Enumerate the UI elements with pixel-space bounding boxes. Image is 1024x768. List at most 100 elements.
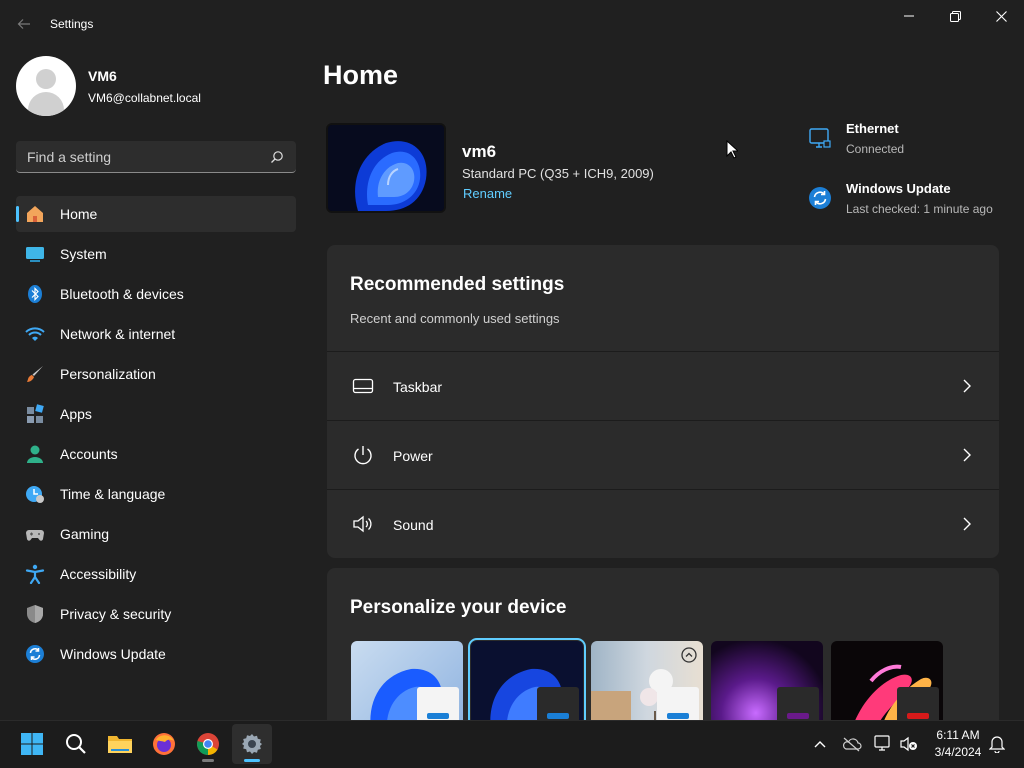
accessibility-icon <box>25 564 45 584</box>
search-input[interactable]: Find a setting <box>27 149 111 165</box>
sidebar-item-home[interactable]: Home <box>16 196 296 232</box>
wifi-icon <box>25 324 45 344</box>
personalize-card: Personalize your device <box>327 568 999 734</box>
sound-icon <box>353 515 372 533</box>
network-icon <box>874 735 890 751</box>
setting-row-sound[interactable]: Sound <box>327 489 999 558</box>
sidebar-item-label: Apps <box>60 406 92 422</box>
back-arrow-icon <box>17 19 30 29</box>
show-hidden-icons-button[interactable] <box>809 733 831 755</box>
sidebar-item-gaming[interactable]: Gaming <box>16 516 296 552</box>
sidebar-item-label: Home <box>60 206 98 222</box>
sidebar-item-label: Accounts <box>60 446 118 462</box>
search-box[interactable]: Find a setting <box>16 141 296 173</box>
chevron-right-icon <box>963 379 971 393</box>
bloom-wallpaper-image <box>328 125 444 211</box>
time-language-icon <box>25 484 45 504</box>
chevron-right-icon <box>963 448 971 462</box>
title-bar: Settings <box>0 0 1024 48</box>
volume-tray[interactable] <box>898 733 920 755</box>
firefox-icon <box>153 733 175 755</box>
taskbar-start-button[interactable] <box>12 724 52 764</box>
clock-date[interactable]: 3/4/2024 <box>930 745 986 759</box>
minimize-icon <box>904 15 914 17</box>
sidebar-item-label: Personalization <box>60 366 156 382</box>
sidebar-item-privacy[interactable]: Privacy & security <box>16 596 296 632</box>
recommended-settings-card: Recommended settings Recent and commonly… <box>327 245 999 558</box>
home-icon <box>25 204 45 224</box>
windows-update-status: Last checked: 1 minute ago <box>846 202 993 216</box>
sidebar-item-time-language[interactable]: Time & language <box>16 476 296 512</box>
ethernet-icon <box>809 128 831 148</box>
theme-thumbnail-glow[interactable] <box>711 641 823 731</box>
sidebar-item-label: Accessibility <box>60 566 137 582</box>
app-title: Settings <box>50 17 94 31</box>
sidebar-item-bluetooth[interactable]: Bluetooth & devices <box>16 276 296 312</box>
sidebar-item-label: Time & language <box>60 486 166 502</box>
volume-muted-icon <box>900 736 917 752</box>
sidebar-item-label: Windows Update <box>60 646 166 662</box>
apps-icon <box>25 404 45 424</box>
sidebar-nav: Home System Bluetooth & devices Network … <box>16 196 296 676</box>
brush-icon <box>25 364 45 384</box>
back-button[interactable] <box>12 12 36 36</box>
profile-name: VM6 <box>88 68 117 84</box>
sidebar-item-label: Network & internet <box>60 326 176 342</box>
taskbar-chrome[interactable] <box>188 724 228 764</box>
avatar[interactable] <box>16 56 76 116</box>
sidebar-item-accounts[interactable]: Accounts <box>16 436 296 472</box>
onedrive-offline-icon <box>842 737 862 752</box>
ethernet-title[interactable]: Ethernet <box>846 121 899 136</box>
sidebar-item-label: System <box>60 246 107 262</box>
sidebar-item-apps[interactable]: Apps <box>16 396 296 432</box>
sidebar-item-personalization[interactable]: Personalization <box>16 356 296 392</box>
windows-update-icon <box>809 187 831 209</box>
notifications-button[interactable] <box>986 733 1008 755</box>
rename-link[interactable]: Rename <box>463 186 512 201</box>
device-name: vm6 <box>462 142 497 161</box>
clock-time[interactable]: 6:11 AM <box>934 728 982 742</box>
theme-thumbnail-windows-light[interactable] <box>351 641 463 731</box>
taskbar-file-explorer[interactable] <box>100 724 140 764</box>
close-button[interactable] <box>978 0 1024 32</box>
settings-icon <box>242 734 262 754</box>
theme-thumbnail-spotlight[interactable] <box>591 641 703 731</box>
sidebar-item-label: Bluetooth & devices <box>60 286 184 302</box>
taskbar-firefox[interactable] <box>144 724 184 764</box>
chrome-icon <box>197 733 219 755</box>
sidebar-item-accessibility[interactable]: Accessibility <box>16 556 296 592</box>
bell-icon <box>989 736 1005 753</box>
onedrive-tray[interactable] <box>841 733 863 755</box>
start-icon <box>21 733 43 755</box>
shield-icon <box>25 604 45 624</box>
user-profile[interactable]: VM6 VM6@collabnet.local <box>16 56 296 118</box>
theme-thumbnail-flow[interactable] <box>831 641 943 731</box>
file-explorer-icon <box>108 736 132 753</box>
sidebar-item-label: Gaming <box>60 526 110 542</box>
theme-thumbnail-windows-dark[interactable] <box>468 638 586 734</box>
bluetooth-icon <box>25 284 45 304</box>
restore-icon <box>949 10 961 22</box>
accounts-icon <box>25 444 45 464</box>
network-tray[interactable] <box>872 733 894 755</box>
chevron-up-icon <box>814 741 826 748</box>
sidebar-item-system[interactable]: System <box>16 236 296 272</box>
maximize-button[interactable] <box>932 0 978 32</box>
taskbar-search-button[interactable] <box>56 724 96 764</box>
gamepad-icon <box>25 524 45 544</box>
profile-email: VM6@collabnet.local <box>88 91 201 105</box>
search-icon[interactable] <box>270 150 284 164</box>
setting-row-taskbar[interactable]: Taskbar <box>327 351 999 420</box>
windows-update-title[interactable]: Windows Update <box>846 181 951 196</box>
setting-row-power[interactable]: Power <box>327 420 999 489</box>
chevron-right-icon <box>963 517 971 531</box>
spotlight-badge-icon <box>681 647 697 663</box>
close-icon <box>995 10 1007 22</box>
device-thumbnail <box>326 123 446 213</box>
setting-row-label: Sound <box>393 517 434 533</box>
sidebar-item-label: Privacy & security <box>60 606 172 622</box>
taskbar-settings[interactable] <box>232 724 272 764</box>
minimize-button[interactable] <box>886 0 932 32</box>
sidebar-item-windows-update[interactable]: Windows Update <box>16 636 296 672</box>
sidebar-item-network[interactable]: Network & internet <box>16 316 296 352</box>
